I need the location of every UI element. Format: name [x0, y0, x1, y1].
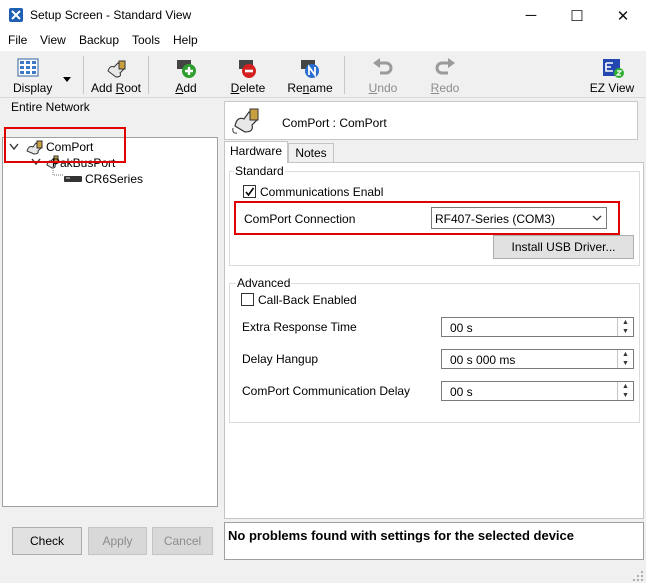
redo-button[interactable]: Redo	[420, 52, 470, 98]
advanced-group-label: Advanced	[236, 276, 292, 290]
minimize-icon: ─	[525, 7, 537, 24]
rename-icon	[301, 60, 319, 78]
status-message: No problems found with settings for the …	[228, 528, 574, 543]
communications-enabled-label: Communications Enabl	[260, 185, 384, 199]
callback-enabled-checkbox[interactable]	[241, 293, 254, 306]
window-title: Setup Screen - Standard View	[30, 8, 192, 22]
highlight-box-comport	[4, 127, 126, 163]
extra-response-time-input[interactable]: 00 s ▲ ▼	[441, 317, 634, 337]
network-tree[interactable]	[2, 137, 218, 507]
apply-button[interactable]: Apply	[88, 527, 147, 555]
standard-group-label: Standard	[234, 164, 285, 178]
delay-hangup-label: Delay Hangup	[242, 352, 319, 366]
device-title: ComPort : ComPort	[282, 116, 387, 130]
add-icon	[177, 60, 196, 78]
rename-label: Rename	[287, 81, 333, 95]
undo-button[interactable]: Undo	[358, 52, 408, 98]
undo-label: Undo	[368, 81, 398, 95]
minimize-button[interactable]: ─	[508, 0, 554, 31]
close-button[interactable]: ✕	[600, 0, 646, 31]
tab-hardware[interactable]: Hardware	[224, 141, 288, 163]
comport-communication-delay-value: 00 s	[450, 385, 473, 399]
close-icon: ✕	[616, 7, 630, 25]
add-button[interactable]: Add	[160, 52, 212, 98]
delete-icon	[239, 60, 256, 78]
undo-icon	[373, 58, 393, 75]
ez-view-icon	[603, 59, 624, 78]
redo-label: Redo	[430, 81, 460, 95]
spin-up-icon[interactable]: ▲	[617, 350, 633, 359]
highlight-box-comport-connection	[234, 201, 620, 235]
tab-notes[interactable]: Notes	[288, 143, 334, 164]
menu-help[interactable]: Help	[173, 33, 198, 47]
check-button[interactable]: Check	[12, 527, 82, 555]
display-grid-icon	[17, 58, 39, 77]
spin-down-icon[interactable]: ▼	[617, 391, 633, 400]
checkmark-icon	[245, 187, 255, 197]
menu-backup[interactable]: Backup	[79, 33, 119, 47]
install-usb-driver-button[interactable]: Install USB Driver...	[493, 235, 634, 259]
display-label: Display	[13, 81, 53, 95]
delete-label: Delete	[230, 81, 266, 95]
comport-communication-delay-input[interactable]: 00 s ▲ ▼	[441, 381, 634, 401]
comport-communication-delay-label: ComPort Communication Delay	[242, 384, 411, 398]
tree-node-cr6series[interactable]: CR6Series	[85, 172, 143, 186]
rename-button[interactable]: Rename	[284, 52, 336, 98]
extra-response-time-value: 00 s	[450, 321, 473, 335]
redo-icon	[435, 58, 455, 75]
app-icon	[9, 8, 23, 22]
extra-response-time-label: Extra Response Time	[242, 320, 357, 334]
delay-hangup-input[interactable]: 00 s 000 ms ▲ ▼	[441, 349, 634, 369]
communications-enabled-checkbox[interactable]	[243, 185, 256, 198]
toolbar-separator	[344, 56, 345, 94]
callback-enabled-label: Call-Back Enabled	[258, 293, 357, 307]
delay-hangup-value: 00 s 000 ms	[450, 353, 516, 367]
add-root-button[interactable]: Add Root	[88, 52, 144, 98]
spin-up-icon[interactable]: ▲	[617, 318, 633, 327]
add-root-label: Add Root	[90, 81, 142, 95]
comport-device-icon	[232, 108, 259, 134]
delete-button[interactable]: Delete	[222, 52, 274, 98]
ez-view-button[interactable]: EZ View	[586, 52, 638, 98]
toolbar-separator	[83, 56, 84, 94]
menu-view[interactable]: View	[40, 33, 66, 47]
toolbar-separator	[148, 56, 149, 94]
spin-down-icon[interactable]: ▼	[617, 327, 633, 336]
resize-grip-icon[interactable]	[632, 570, 644, 582]
title-bar: Setup Screen - Standard View ─ ☐ ✕	[0, 0, 646, 31]
add-label: Add	[175, 81, 197, 95]
ez-view-label: EZ View	[589, 81, 635, 95]
cancel-button[interactable]: Cancel	[152, 527, 213, 555]
maximize-button[interactable]: ☐	[554, 0, 600, 31]
menu-file[interactable]: File	[8, 33, 27, 47]
network-header: Entire Network	[11, 100, 90, 114]
spin-up-icon[interactable]: ▲	[617, 382, 633, 391]
spin-down-icon[interactable]: ▼	[617, 359, 633, 368]
maximize-icon: ☐	[570, 7, 584, 25]
comport-plug-icon	[107, 60, 126, 78]
datalogger-icon	[64, 176, 82, 182]
menu-bar: File View Backup Tools Help	[0, 31, 646, 51]
menu-tools[interactable]: Tools	[132, 33, 160, 47]
toolbar: Display Add Root Add Delete Rename Undo …	[0, 52, 646, 98]
display-button[interactable]: Display	[4, 52, 76, 98]
